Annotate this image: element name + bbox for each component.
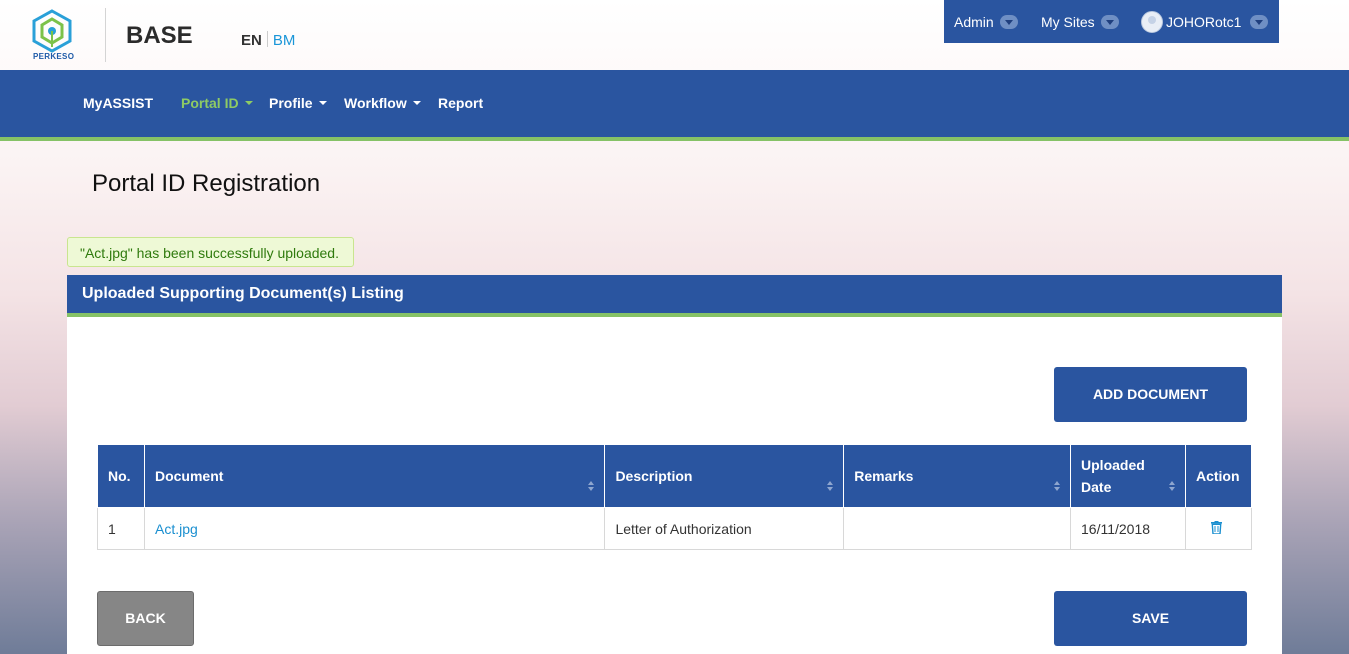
sort-icon bbox=[1168, 481, 1175, 493]
my-sites-label: My Sites bbox=[1041, 14, 1095, 30]
cell-description: Letter of Authorization bbox=[604, 507, 845, 550]
sort-icon bbox=[588, 481, 595, 493]
lang-separator bbox=[266, 31, 268, 47]
col-remarks-label: Remarks bbox=[854, 468, 914, 484]
cell-document: Act.jpg bbox=[143, 507, 606, 550]
caret-down-icon bbox=[318, 101, 327, 105]
save-button[interactable]: SAVE bbox=[1054, 591, 1247, 646]
lang-bm[interactable]: BM bbox=[273, 32, 296, 49]
cell-uploaded-date: 16/11/2018 bbox=[1070, 507, 1186, 550]
language-switcher: EN BM bbox=[241, 31, 295, 49]
nav-portal-id-label: Portal ID bbox=[181, 95, 239, 111]
col-no-label: No. bbox=[108, 468, 131, 484]
nav-profile-label: Profile bbox=[269, 95, 313, 111]
trash-icon[interactable] bbox=[1210, 520, 1222, 535]
admin-menu[interactable]: Admin bbox=[954, 14, 1018, 30]
nav-report-label: Report bbox=[438, 95, 484, 111]
col-header-description[interactable]: Description bbox=[604, 444, 845, 508]
nav-workflow-label: Workflow bbox=[344, 95, 407, 111]
cell-remarks bbox=[843, 507, 1072, 550]
my-sites-menu[interactable]: My Sites bbox=[1041, 14, 1119, 30]
col-header-remarks[interactable]: Remarks bbox=[843, 444, 1072, 508]
cell-action bbox=[1184, 507, 1253, 550]
admin-label: Admin bbox=[954, 14, 994, 30]
nav-myassist[interactable]: MyASSIST bbox=[83, 95, 153, 111]
back-button[interactable]: BACK bbox=[97, 591, 194, 646]
nav-profile[interactable]: Profile bbox=[269, 95, 327, 111]
chevron-down-icon bbox=[1100, 15, 1119, 29]
brand-title: BASE bbox=[126, 22, 193, 49]
col-header-uploaded-date[interactable]: Uploaded Date bbox=[1070, 444, 1186, 508]
nav-myassist-label: MyASSIST bbox=[83, 95, 154, 111]
col-action-label: Action bbox=[1195, 468, 1240, 484]
caret-down-icon bbox=[244, 101, 253, 105]
nav-portal-id[interactable]: Portal ID bbox=[181, 95, 253, 111]
nav-report[interactable]: Report bbox=[438, 95, 483, 111]
document-link[interactable]: Act.jpg bbox=[155, 521, 198, 537]
documents-table: No. Document Description Remarks Uploade… bbox=[97, 444, 1253, 550]
col-header-document[interactable]: Document bbox=[143, 444, 606, 508]
user-menu[interactable]: JOHORotc1 bbox=[1141, 11, 1269, 33]
sort-icon bbox=[827, 481, 834, 493]
col-header-action: Action bbox=[1184, 444, 1253, 508]
sort-icon bbox=[1054, 481, 1061, 493]
site-header: PERKESO BASE EN BM Admin My Sites JOHORot… bbox=[0, 0, 1349, 70]
col-uploaded-date-label: Uploaded Date bbox=[1081, 457, 1145, 495]
lang-en[interactable]: EN bbox=[241, 32, 262, 49]
cell-no: 1 bbox=[97, 507, 145, 550]
panel-header: Uploaded Supporting Document(s) Listing bbox=[67, 275, 1282, 317]
table-row: 1 Act.jpg Letter of Authorization 16/11/… bbox=[97, 507, 1253, 550]
table-header-row: No. Document Description Remarks Uploade… bbox=[97, 444, 1253, 508]
col-header-no: No. bbox=[97, 444, 145, 508]
logo-text: PERKESO bbox=[33, 52, 75, 61]
col-document-label: Document bbox=[154, 468, 224, 484]
add-document-button[interactable]: ADD DOCUMENT bbox=[1054, 367, 1247, 422]
header-divider bbox=[105, 8, 106, 62]
user-name: JOHORotc1 bbox=[1166, 14, 1242, 30]
user-topbar: Admin My Sites JOHORotc1 bbox=[944, 0, 1279, 43]
caret-down-icon bbox=[412, 101, 421, 105]
chevron-down-icon bbox=[999, 15, 1018, 29]
main-nav: MyASSIST Portal ID Profile Workflow Repo… bbox=[0, 70, 1349, 141]
avatar bbox=[1141, 11, 1163, 33]
success-alert: "Act.jpg" has been successfully uploaded… bbox=[67, 237, 354, 267]
nav-workflow[interactable]: Workflow bbox=[344, 95, 421, 111]
chevron-down-icon bbox=[1250, 15, 1269, 29]
page-title: Portal ID Registration bbox=[92, 170, 321, 197]
col-description-label: Description bbox=[615, 468, 693, 484]
